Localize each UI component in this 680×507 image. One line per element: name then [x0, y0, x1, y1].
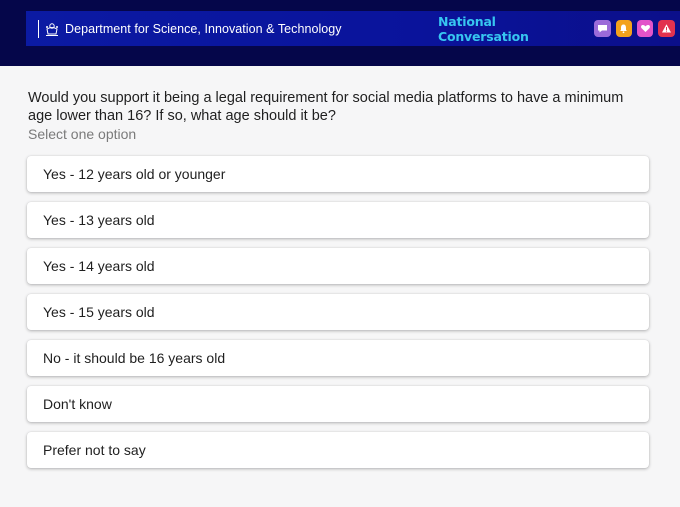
- heart-icon: [637, 20, 654, 37]
- option-12-or-younger[interactable]: Yes - 12 years old or younger: [27, 156, 649, 192]
- chat-bubble-icon: [594, 20, 611, 37]
- top-bar: Department for Science, Innovation & Tec…: [0, 0, 680, 66]
- option-16[interactable]: No - it should be 16 years old: [27, 340, 649, 376]
- option-15[interactable]: Yes - 15 years old: [27, 294, 649, 330]
- bell-icon: [615, 20, 632, 37]
- question-text: Would you support it being a legal requi…: [28, 90, 624, 124]
- options-list: Yes - 12 years old or younger Yes - 13 y…: [27, 156, 649, 478]
- option-dont-know[interactable]: Don't know: [27, 386, 649, 422]
- crest-icon: [44, 21, 60, 37]
- alert-icon: [658, 20, 675, 37]
- option-14[interactable]: Yes - 14 years old: [27, 248, 649, 284]
- brand-divider: [38, 19, 39, 38]
- question-hint: Select one option: [28, 126, 137, 142]
- option-13[interactable]: Yes - 13 years old: [27, 202, 649, 238]
- header-banner: Department for Science, Innovation & Tec…: [26, 11, 680, 46]
- national-conversation-brand: National Conversation: [438, 11, 680, 46]
- department-name: Department for Science, Innovation & Tec…: [65, 21, 342, 36]
- option-prefer-not-to-say[interactable]: Prefer not to say: [27, 432, 649, 468]
- app-title: National Conversation: [438, 13, 529, 44]
- department-brand: Department for Science, Innovation & Tec…: [38, 11, 342, 46]
